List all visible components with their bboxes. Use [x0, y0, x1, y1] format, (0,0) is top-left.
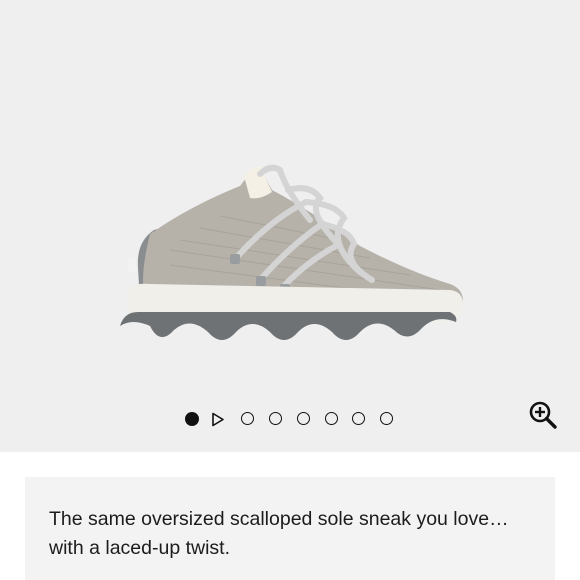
- carousel-dot[interactable]: [269, 412, 282, 425]
- carousel-dot[interactable]: [241, 412, 254, 425]
- play-icon[interactable]: [211, 412, 225, 427]
- carousel-dot[interactable]: [380, 412, 393, 425]
- zoom-in-icon[interactable]: [528, 400, 558, 430]
- product-description-card: The same oversized scalloped sole sneak …: [25, 477, 555, 580]
- carousel-dot[interactable]: [185, 412, 199, 426]
- product-image-gallery[interactable]: [0, 0, 580, 452]
- product-description: The same oversized scalloped sole sneak …: [49, 508, 509, 559]
- carousel-pagination: [0, 410, 580, 430]
- carousel-dot[interactable]: [352, 412, 365, 425]
- carousel-dot[interactable]: [325, 412, 338, 425]
- product-image: [120, 164, 463, 340]
- carousel-dot[interactable]: [297, 412, 310, 425]
